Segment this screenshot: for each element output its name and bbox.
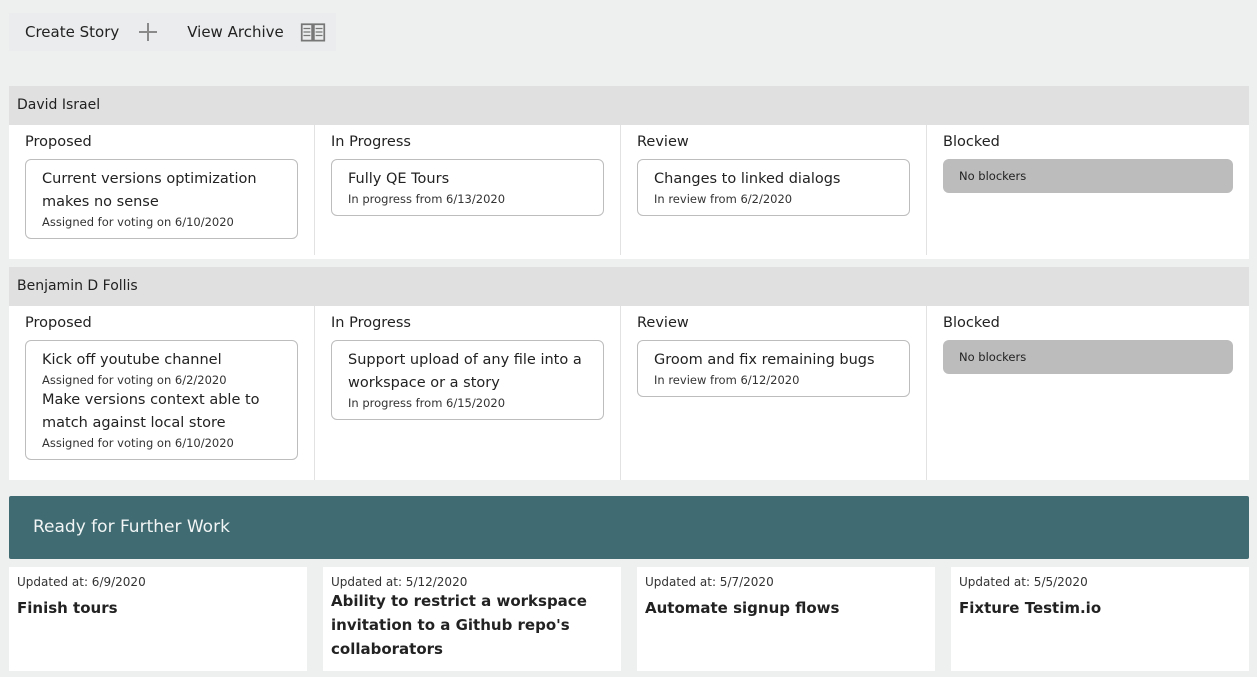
create-story-button[interactable]: Create Story <box>9 13 135 51</box>
work-title: Fixture Testim.io <box>959 599 1102 617</box>
ready-section-header: Ready for Further Work <box>9 496 1249 559</box>
story-title: Support upload of any file into a worksp… <box>348 352 582 391</box>
toolbar: Create Story View Archive <box>9 13 336 51</box>
person-name: Benjamin D Follis <box>9 267 1249 306</box>
story-status: Assigned for voting on 6/10/2020 <box>42 215 234 229</box>
story-status: In progress from 6/13/2020 <box>348 192 506 206</box>
column-title: Review <box>637 315 689 331</box>
story-card[interactable]: Fully QE Tours In progress from 6/13/202… <box>331 159 604 216</box>
person-section: David Israel Proposed Current versions o… <box>9 86 1249 259</box>
story-status: In review from 6/12/2020 <box>654 373 800 387</box>
column-proposed: Proposed Kick off youtube channel Assign… <box>9 306 315 480</box>
column-title: In Progress <box>331 134 411 150</box>
column-in-progress: In Progress Support upload of any file i… <box>315 306 621 480</box>
plus-icon[interactable] <box>135 19 161 45</box>
column-blocked: Blocked No blockers <box>927 306 1249 480</box>
story-title: Current versions optimization makes no s… <box>42 171 257 210</box>
work-title: Finish tours <box>17 599 118 617</box>
work-title: Ability to restrict a workspace invitati… <box>331 592 587 658</box>
column-title: Proposed <box>25 134 92 150</box>
column-title: Blocked <box>943 315 1000 331</box>
story-status: Assigned for voting on 6/10/2020 <box>42 436 234 450</box>
ready-section-title: Ready for Further Work <box>33 517 230 537</box>
view-archive-button[interactable]: View Archive <box>171 13 300 51</box>
book-icon[interactable] <box>300 19 326 45</box>
updated-date: Updated at: 5/7/2020 <box>645 575 774 589</box>
no-blockers-badge: No blockers <box>943 159 1233 193</box>
column-review: Review Changes to linked dialogs In revi… <box>621 125 927 255</box>
story-card[interactable]: Groom and fix remaining bugs In review f… <box>637 340 910 397</box>
column-title: In Progress <box>331 315 411 331</box>
work-card[interactable]: Updated at: 6/9/2020 Finish tours <box>9 567 307 671</box>
story-title: Groom and fix remaining bugs <box>654 352 875 368</box>
story-card[interactable]: Changes to linked dialogs In review from… <box>637 159 910 216</box>
story-title: Fully QE Tours <box>348 171 450 187</box>
updated-date: Updated at: 5/5/2020 <box>959 575 1088 589</box>
column-proposed: Proposed Current versions optimization m… <box>9 125 315 255</box>
story-card[interactable]: Kick off youtube channel Assigned for vo… <box>25 340 298 460</box>
story-status: Assigned for voting on 6/2/2020 <box>42 373 227 387</box>
story-status: In progress from 6/15/2020 <box>348 396 506 410</box>
work-card[interactable]: Updated at: 5/12/2020 Ability to restric… <box>323 567 621 671</box>
story-card[interactable]: Support upload of any file into a worksp… <box>331 340 604 420</box>
column-title: Blocked <box>943 134 1000 150</box>
no-blockers-badge: No blockers <box>943 340 1233 374</box>
story-card[interactable]: Current versions optimization makes no s… <box>25 159 298 239</box>
story-status: In review from 6/2/2020 <box>654 192 793 206</box>
person-section: Benjamin D Follis Proposed Kick off yout… <box>9 267 1249 480</box>
updated-date: Updated at: 5/12/2020 <box>331 575 468 589</box>
work-title: Automate signup flows <box>645 599 840 617</box>
column-review: Review Groom and fix remaining bugs In r… <box>621 306 927 480</box>
column-in-progress: In Progress Fully QE Tours In progress f… <box>315 125 621 255</box>
work-card[interactable]: Updated at: 5/5/2020 Fixture Testim.io <box>951 567 1249 671</box>
story-title: Kick off youtube channel <box>42 352 222 368</box>
person-name: David Israel <box>9 86 1249 125</box>
updated-date: Updated at: 6/9/2020 <box>17 575 146 589</box>
column-title: Proposed <box>25 315 92 331</box>
column-title: Review <box>637 134 689 150</box>
work-card[interactable]: Updated at: 5/7/2020 Automate signup flo… <box>637 567 935 671</box>
story-title: Make versions context able to match agai… <box>42 392 260 431</box>
column-blocked: Blocked No blockers <box>927 125 1249 255</box>
story-title: Changes to linked dialogs <box>654 171 841 187</box>
